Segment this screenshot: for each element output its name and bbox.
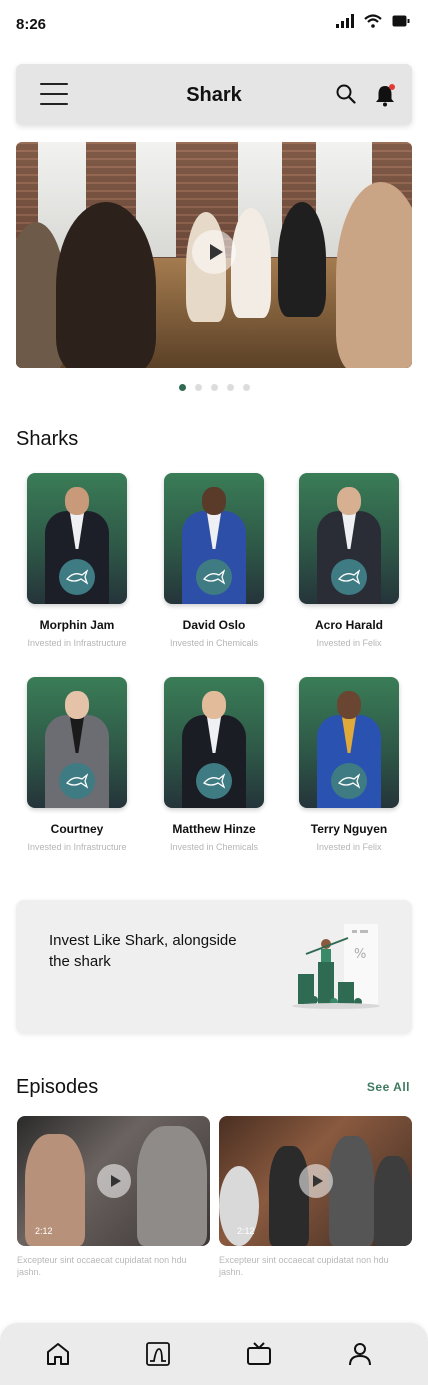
shark-name: Terry Nguyen xyxy=(310,822,388,836)
notification-badge xyxy=(389,84,395,90)
shark-logo-icon xyxy=(196,559,232,595)
play-icon[interactable] xyxy=(299,1164,333,1198)
shark-card[interactable]: Morphin Jam Invested in Infrastructure xyxy=(11,473,143,648)
episode-thumbnail: 2:12 xyxy=(17,1116,210,1246)
shark-name: Matthew Hinze xyxy=(172,822,256,836)
shark-photo xyxy=(27,473,127,604)
hero-video[interactable] xyxy=(16,142,412,368)
episode-description: Excepteur sint occaecat cupidatat non hd… xyxy=(219,1255,389,1277)
shark-subtitle: Invested in Felix xyxy=(316,842,382,852)
status-bar: 8:26 xyxy=(0,0,428,50)
wifi-icon xyxy=(364,14,382,28)
carousel-dot[interactable] xyxy=(194,384,202,391)
home-icon[interactable] xyxy=(45,1341,71,1367)
shark-card[interactable]: David Oslo Invested in Chemicals xyxy=(148,473,280,648)
shark-card[interactable]: Matthew Hinze Invested in Chemicals xyxy=(148,677,280,852)
shark-name: Morphin Jam xyxy=(39,618,115,632)
see-all-link[interactable]: See All xyxy=(367,1080,410,1094)
shark-photo xyxy=(164,473,264,604)
episode-description: Excepteur sint occaecat cupidatat non hd… xyxy=(17,1255,187,1277)
shark-name: David Oslo xyxy=(182,618,246,632)
top-app-bar: Shark xyxy=(16,64,412,125)
carousel-dot[interactable] xyxy=(242,384,250,391)
promo-text: Invest Like Shark, alongside the shark xyxy=(49,932,237,970)
episode-thumbnail: 2:12 xyxy=(219,1116,412,1246)
status-time: 8:26 xyxy=(16,16,47,33)
shark-subtitle: Invested in Chemicals xyxy=(169,842,259,852)
shark-logo-icon xyxy=(331,763,367,799)
tv-icon[interactable] xyxy=(246,1341,272,1367)
episode-duration: 2:12 xyxy=(35,1226,53,1236)
sharks-heading: Sharks xyxy=(16,428,79,450)
shark-logo-icon xyxy=(59,763,95,799)
shark-card[interactable]: Terry Nguyen Invested in Felix xyxy=(283,677,415,852)
investment-growth-illustration: % xyxy=(292,924,380,1009)
search-icon[interactable] xyxy=(336,84,356,104)
carousel-indicator xyxy=(0,384,428,391)
carousel-dot[interactable] xyxy=(226,384,234,391)
battery-icon xyxy=(392,15,410,27)
carousel-dot[interactable] xyxy=(210,384,218,391)
shark-card[interactable]: Acro Harald Invested in Felix xyxy=(283,473,415,648)
bottom-navigation xyxy=(0,1323,428,1385)
play-icon[interactable] xyxy=(97,1164,131,1198)
shark-photo xyxy=(299,473,399,604)
carousel-dot[interactable] xyxy=(178,384,186,391)
shark-subtitle: Invested in Infrastructure xyxy=(27,638,127,648)
shark-photo xyxy=(27,677,127,808)
signal-icon xyxy=(336,14,354,28)
shark-logo-icon xyxy=(196,763,232,799)
episode-card[interactable]: 2:12 Excepteur sint occaecat cupidatat n… xyxy=(17,1116,210,1278)
shark-logo-icon xyxy=(59,559,95,595)
play-icon[interactable] xyxy=(192,230,236,274)
episode-card[interactable]: 2:12 Excepteur sint occaecat cupidatat n… xyxy=(219,1116,412,1278)
shark-subtitle: Invested in Chemicals xyxy=(169,638,259,648)
episode-duration: 2:12 xyxy=(237,1226,255,1236)
status-icons xyxy=(336,14,410,28)
shark-subtitle: Invested in Felix xyxy=(316,638,382,648)
shark-photo xyxy=(299,677,399,808)
shark-subtitle: Invested in Infrastructure xyxy=(27,842,127,852)
shark-photo xyxy=(164,677,264,808)
chart-icon[interactable] xyxy=(145,1341,171,1367)
svg-text:%: % xyxy=(354,947,366,962)
shark-name: Acro Harald xyxy=(314,618,384,632)
shark-card[interactable]: Courtney Invested in Infrastructure xyxy=(11,677,143,852)
shark-logo-icon xyxy=(331,559,367,595)
shark-name: Courtney xyxy=(50,822,104,836)
bell-icon[interactable] xyxy=(374,83,396,107)
invest-promo-card[interactable]: Invest Like Shark, alongside the shark % xyxy=(16,900,412,1034)
profile-icon[interactable] xyxy=(347,1341,373,1367)
episodes-heading: Episodes xyxy=(16,1076,99,1098)
